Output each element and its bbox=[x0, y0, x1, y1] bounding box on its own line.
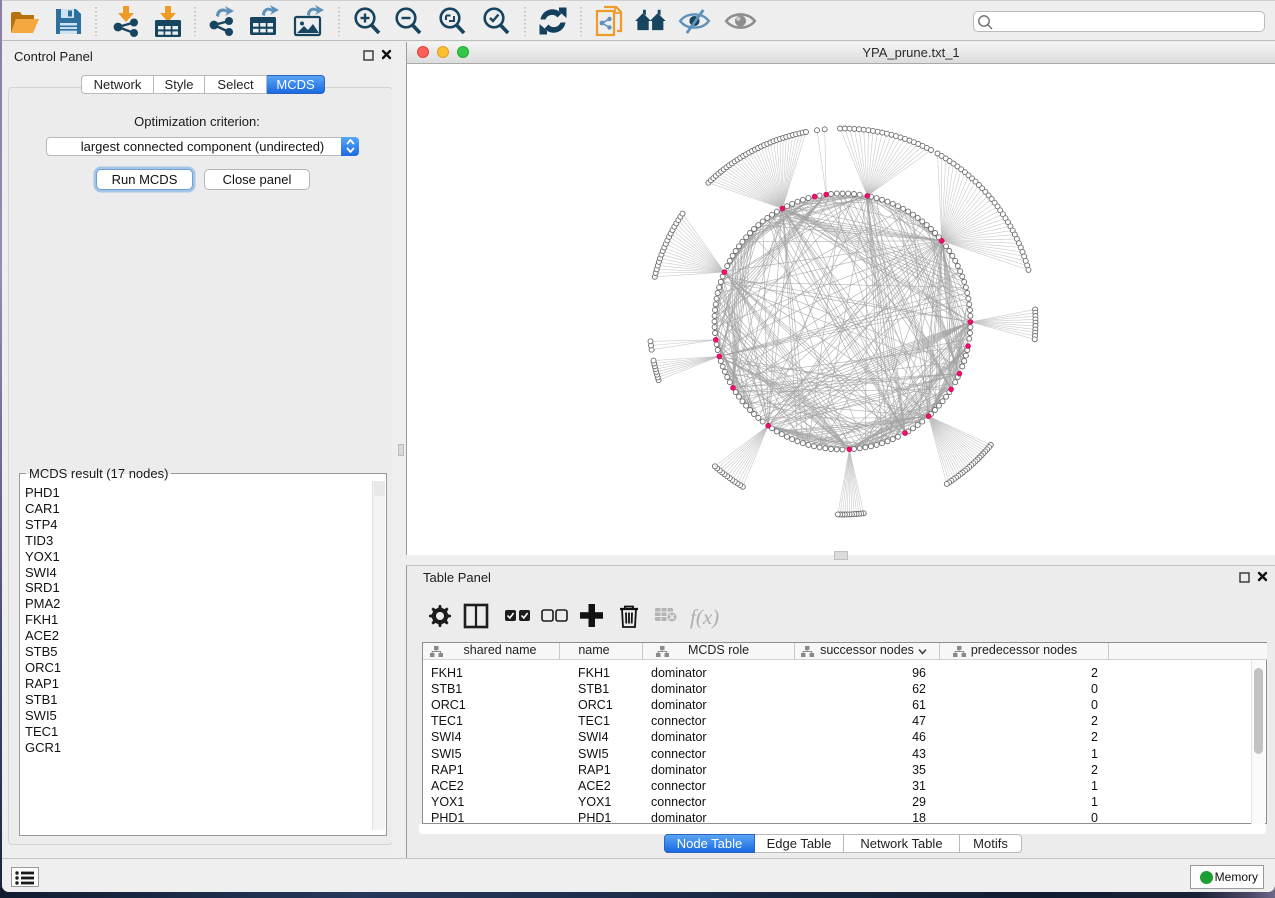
svg-text:f(x): f(x) bbox=[690, 605, 719, 629]
